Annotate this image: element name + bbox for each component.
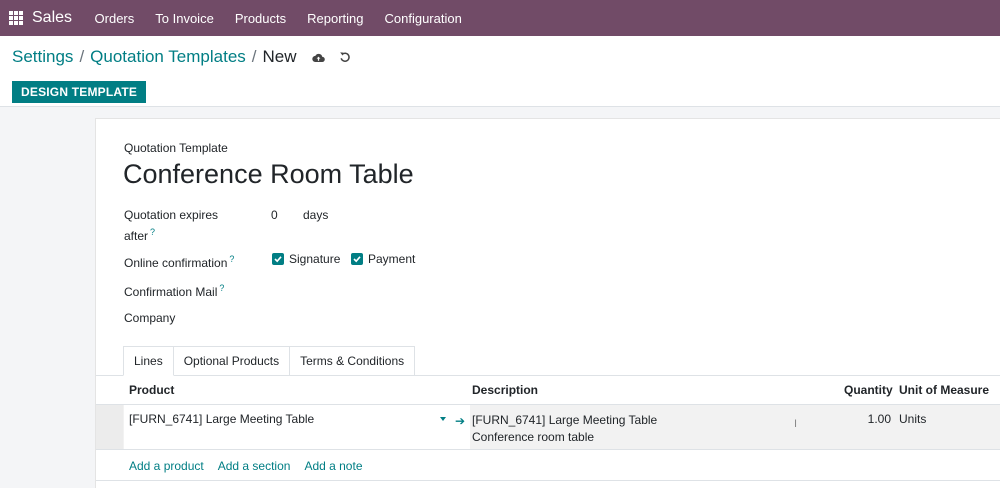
app-name[interactable]: Sales <box>32 9 72 27</box>
help-icon[interactable]: ? <box>229 254 234 264</box>
tab-optional-products[interactable]: Optional Products <box>173 346 291 376</box>
description-line2: Conference room table <box>472 430 595 444</box>
payment-checkbox[interactable] <box>351 253 363 265</box>
arrow-right-icon[interactable]: ➔ <box>455 414 465 428</box>
help-icon[interactable]: ? <box>219 283 224 293</box>
product-value: [FURN_6741] Large Meeting Table <box>129 412 315 426</box>
menu-orders[interactable]: Orders <box>95 11 135 26</box>
expires-label-line1: Quotation expires <box>124 208 219 222</box>
uom-field[interactable]: Units <box>899 412 926 426</box>
online-confirmation-label: Online confirmation? <box>124 251 234 272</box>
breadcrumb-separator: / <box>251 47 257 66</box>
expires-value-input[interactable]: 0 <box>271 208 278 222</box>
expires-label-line2: after <box>124 229 149 243</box>
quantity-field[interactable]: 1.00 <box>836 412 891 426</box>
menu-to-invoice[interactable]: To Invoice <box>155 11 214 26</box>
signature-label[interactable]: Signature <box>289 252 340 266</box>
control-panel: Settings / Quotation Templates / New DES… <box>0 36 1000 107</box>
menu-configuration[interactable]: Configuration <box>385 11 462 26</box>
header-quantity[interactable]: Quantity <box>844 383 893 397</box>
breadcrumb-quotation-templates[interactable]: Quotation Templates <box>90 47 246 67</box>
company-label: Company <box>124 310 175 327</box>
confirmation-mail-label: Confirmation Mail? <box>124 280 224 301</box>
header-description[interactable]: Description <box>472 383 538 397</box>
description-field[interactable]: [FURN_6741] Large Meeting Table Conferen… <box>472 412 657 446</box>
breadcrumb-separator: / <box>79 47 85 66</box>
breadcrumb-current: New <box>262 47 297 66</box>
text-cursor-icon: I <box>794 418 798 430</box>
table-row[interactable]: [FURN_6741] Large Meeting Table ➔ [FURN_… <box>96 404 1000 450</box>
undo-icon[interactable] <box>337 49 353 65</box>
expires-label: Quotation expires after? <box>124 207 218 245</box>
form-sheet: Quotation Template Conference Room Table… <box>95 118 1000 488</box>
breadcrumb-settings[interactable]: Settings <box>12 47 73 67</box>
help-icon[interactable]: ? <box>150 227 155 237</box>
chevron-down-icon[interactable] <box>440 417 446 421</box>
menu-reporting[interactable]: Reporting <box>307 11 363 26</box>
design-template-button[interactable]: DESIGN TEMPLATE <box>12 81 147 103</box>
payment-label[interactable]: Payment <box>368 252 415 266</box>
template-name-field[interactable]: Conference Room Table <box>123 159 414 190</box>
record-type-label: Quotation Template <box>124 141 228 155</box>
tab-lines[interactable]: Lines <box>123 346 174 376</box>
table-bottom-divider <box>96 480 1000 481</box>
top-navbar: Sales Orders To Invoice Products Reporti… <box>0 0 1000 36</box>
cloud-upload-icon[interactable] <box>311 49 327 65</box>
tab-terms-conditions[interactable]: Terms & Conditions <box>290 346 416 376</box>
lines-table-header: Product Description Quantity Unit of Mea… <box>96 377 1000 403</box>
add-section-link[interactable]: Add a section <box>218 459 291 473</box>
expires-unit: days <box>303 208 329 222</box>
confirmation-mail-text: Confirmation Mail <box>124 285 218 299</box>
add-product-link[interactable]: Add a product <box>129 459 204 473</box>
product-field[interactable]: [FURN_6741] Large Meeting Table <box>124 405 470 449</box>
online-confirmation-text: Online confirmation <box>124 256 228 270</box>
signature-checkbox[interactable] <box>272 253 284 265</box>
row-handle <box>96 405 123 449</box>
company-text: Company <box>124 311 176 325</box>
add-line-links: Add a product Add a section Add a note <box>129 459 377 473</box>
add-note-link[interactable]: Add a note <box>304 459 362 473</box>
notebook-tabs: Lines Optional Products Terms & Conditio… <box>123 346 416 376</box>
breadcrumb: Settings / Quotation Templates / New <box>12 47 353 67</box>
description-line1: [FURN_6741] Large Meeting Table <box>472 413 658 427</box>
apps-grid-icon[interactable] <box>9 11 23 25</box>
header-uom[interactable]: Unit of Measure <box>899 383 989 397</box>
menu-products[interactable]: Products <box>235 11 286 26</box>
header-product[interactable]: Product <box>129 383 174 397</box>
